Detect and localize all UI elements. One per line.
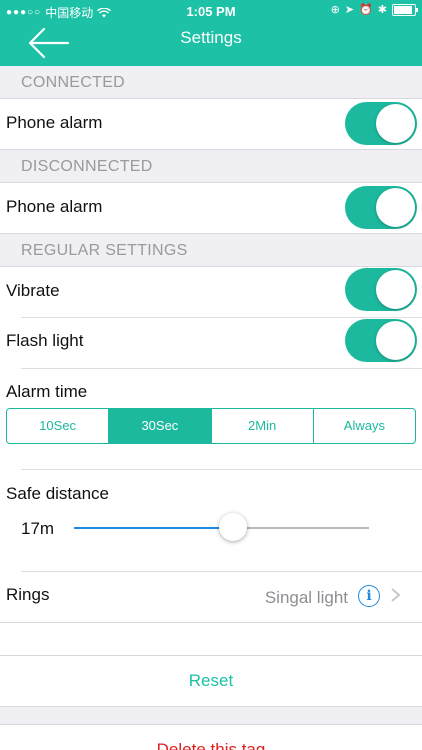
- section-header-disconnected: DISCONNECTED: [0, 150, 422, 182]
- alarm-time-option-10sec[interactable]: 10Sec: [7, 409, 110, 443]
- alarm-clock-icon: ⏰: [359, 4, 373, 16]
- row-disconnected-phone-alarm: Phone alarm: [0, 183, 422, 233]
- safe-distance-label: Safe distance: [6, 484, 110, 503]
- connected-phone-alarm-toggle[interactable]: [345, 102, 417, 145]
- vibrate-toggle[interactable]: [345, 268, 417, 311]
- location-icon: ➤: [344, 4, 355, 16]
- disconnected-phone-alarm-toggle[interactable]: [345, 186, 417, 229]
- section-header-connected: CONNECTED: [0, 66, 422, 98]
- row-label: Phone alarm: [6, 197, 103, 216]
- alarm-time-segmented-control: 10Sec 30Sec 2Min Always: [6, 408, 416, 444]
- alarm-time-option-2min[interactable]: 2Min: [212, 409, 314, 443]
- toggle-knob: [376, 188, 415, 227]
- divider: [0, 706, 422, 707]
- page-title: Settings: [180, 28, 242, 47]
- section-header-label: DISCONNECTED: [21, 158, 153, 175]
- row-vibrate: Vibrate: [0, 267, 422, 317]
- row-label: Vibrate: [6, 281, 60, 300]
- section-header-regular: REGULAR SETTINGS: [0, 234, 422, 266]
- section-header-label: REGULAR SETTINGS: [21, 242, 188, 259]
- battery-icon: [392, 3, 418, 16]
- toggle-knob: [376, 104, 415, 143]
- delete-tag-button[interactable]: Delete this tag: [0, 725, 422, 750]
- flash-light-toggle[interactable]: [345, 319, 417, 362]
- toggle-knob: [376, 270, 415, 309]
- info-icon[interactable]: i: [358, 585, 380, 607]
- safe-distance-slider-fill: [74, 527, 234, 529]
- reset-button[interactable]: Reset: [0, 656, 422, 706]
- toggle-knob: [376, 321, 415, 360]
- status-bar: ●●●○○ 中国移动 1:05 PM ⊕ ➤ ⏰ ✱: [0, 0, 422, 22]
- divider: [21, 469, 422, 470]
- alarm-time-option-30sec[interactable]: 30Sec: [109, 409, 212, 443]
- reset-button-label: Reset: [188, 671, 234, 690]
- row-connected-phone-alarm: Phone alarm: [0, 99, 422, 149]
- alarm-time-option-always[interactable]: Always: [314, 409, 415, 443]
- status-right: ⊕ ➤ ⏰ ✱: [330, 3, 418, 16]
- divider: [0, 622, 422, 623]
- row-flash-light: Flash light: [0, 318, 422, 368]
- delete-tag-button-label: Delete this tag: [156, 740, 266, 750]
- safe-distance-value: 17m: [21, 519, 55, 538]
- chevron-right-icon: [391, 588, 401, 602]
- row-label: Rings: [6, 585, 50, 604]
- alarm-time-label: Alarm time: [6, 382, 88, 401]
- top-bar: ●●●○○ 中国移动 1:05 PM ⊕ ➤ ⏰ ✱ Settings: [0, 0, 422, 66]
- row-label: Phone alarm: [6, 113, 103, 132]
- section-header-label: CONNECTED: [21, 74, 126, 91]
- divider: [21, 368, 422, 369]
- orientation-lock-icon: ⊕: [330, 4, 340, 16]
- nav-bar: Settings: [0, 22, 422, 66]
- bluetooth-icon: ✱: [377, 4, 387, 16]
- row-label: Flash light: [6, 331, 84, 350]
- rings-value: Singal light: [264, 588, 348, 607]
